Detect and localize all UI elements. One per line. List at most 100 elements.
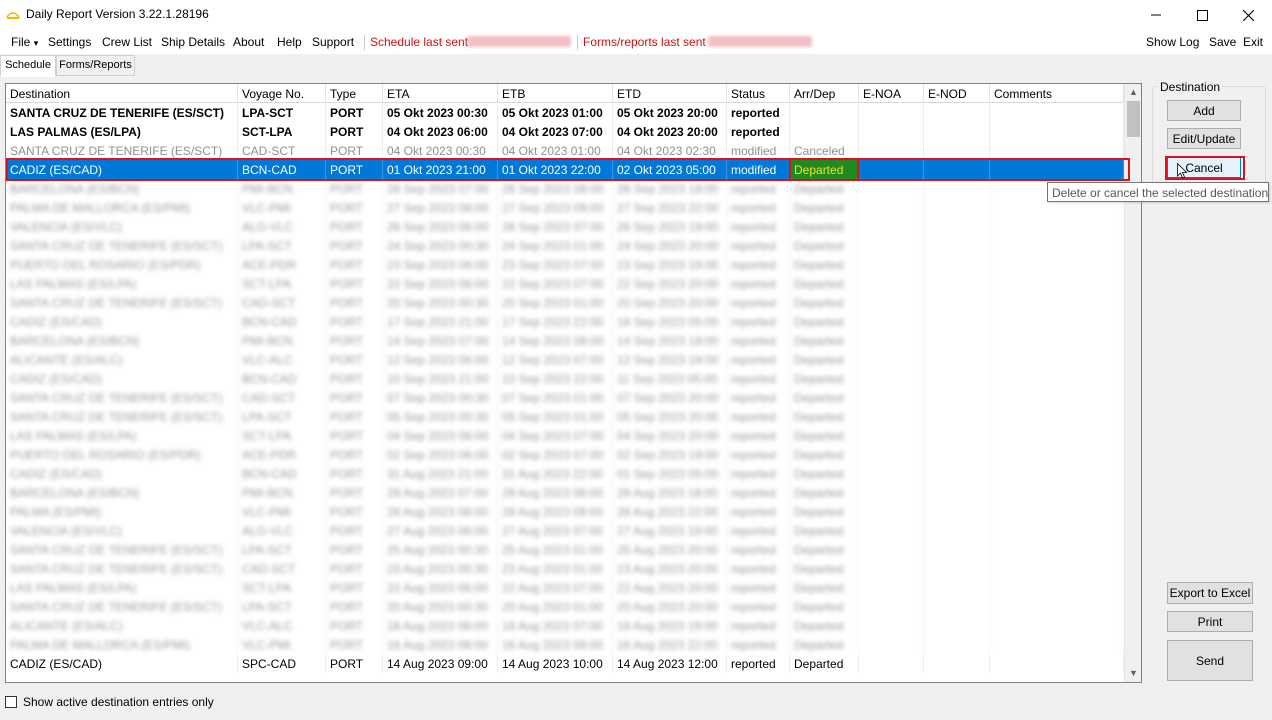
maximize-button[interactable] (1179, 0, 1225, 30)
tab-schedule[interactable]: Schedule (0, 55, 56, 77)
table-row[interactable]: PALMA (ES/PMI) VLC-PMI PORT 28 Aug 2023 08:… (6, 502, 1124, 521)
table-row[interactable]: BARCELONA (ES/BCN) PMI-BCN PORT 28 Sep 2023… (6, 179, 1124, 198)
cell-comments (990, 521, 1124, 540)
print-button[interactable]: Print (1167, 611, 1253, 632)
add-button[interactable]: Add (1167, 100, 1241, 121)
column-header-etd[interactable]: ETD (613, 84, 727, 103)
cell-e-nod (924, 160, 990, 179)
cell-etd: 18 Aug 2023 19:00 (613, 616, 727, 635)
column-header-destination[interactable]: Destination (6, 84, 238, 103)
menu-about[interactable]: About (233, 35, 264, 49)
cell-status: reported (727, 293, 790, 312)
menu-show-log[interactable]: Show Log (1146, 35, 1199, 49)
menu-file[interactable]: File ▾ (11, 35, 38, 49)
cell-e-nod (924, 236, 990, 255)
column-header-e-noa[interactable]: E-NOA (859, 84, 924, 103)
table-row[interactable]: LAS PALMAS (ES/LPA) SCT-LPA PORT 04 Okt 202… (6, 122, 1124, 141)
cell-type: PORT (326, 369, 383, 388)
cell-e-nod (924, 312, 990, 331)
table-row[interactable]: CADIZ (ES/CAD) SPC-CAD PORT 14 Aug 2023 09:… (6, 654, 1124, 673)
menu-help[interactable]: Help (277, 35, 302, 49)
edit-update-button[interactable]: Edit/Update (1167, 128, 1241, 149)
cell-type: PORT (326, 426, 383, 445)
cell-voyage-no: CAD-SCT (238, 141, 326, 160)
table-row[interactable]: CADIZ (ES/CAD) BCN-CAD PORT 31 Aug 2023 21:… (6, 464, 1124, 483)
column-header-voyage-no[interactable]: Voyage No. (238, 84, 326, 103)
cell-voyage-no: ALG-VLC (238, 521, 326, 540)
cell-status: reported (727, 331, 790, 350)
cell-arr-dep: Departed (790, 540, 859, 559)
show-active-checkbox[interactable] (5, 696, 17, 708)
menu-crew-list[interactable]: Crew List (102, 35, 152, 49)
column-header-status[interactable]: Status (727, 84, 790, 103)
send-button[interactable]: Send (1167, 640, 1253, 681)
tab-forms-reports[interactable]: Forms/Reports (56, 55, 135, 76)
table-row-selected[interactable]: CADIZ (ES/CAD) BCN-CAD PORT 01 Okt 2023 21:… (6, 160, 1124, 179)
cell-comments (990, 559, 1124, 578)
scroll-down-icon[interactable]: ▼ (1125, 665, 1141, 682)
vertical-scrollbar[interactable]: ▲ ▼ (1124, 84, 1141, 682)
show-active-label[interactable]: Show active destination entries only (23, 695, 214, 709)
column-header-e-nod[interactable]: E-NOD (924, 84, 990, 103)
cell-type: PORT (326, 445, 383, 464)
table-row[interactable]: SANTA CRUZ DE TENERIFE (ES/SCT) CAD-SCT PO… (6, 293, 1124, 312)
menu-settings[interactable]: Settings (48, 35, 91, 49)
cell-voyage-no: VLC-PMI (238, 635, 326, 654)
table-row[interactable]: LAS PALMAS (ES/LPA) SCT-LPA PORT 22 Sep 202… (6, 274, 1124, 293)
table-row[interactable]: PALMA DE MALLORCA (ES/PMI) VLC-PMI PORT 16 … (6, 635, 1124, 654)
table-row[interactable]: SANTA CRUZ DE TENERIFE (ES/SCT) CAD-SCT PO… (6, 559, 1124, 578)
cell-eta: 22 Aug 2023 06:00 (383, 578, 498, 597)
table-row[interactable]: LAS PALMAS (ES/LPA) SCT-LPA PORT 22 Aug 202… (6, 578, 1124, 597)
cell-destination: CADIZ (ES/CAD) (6, 369, 238, 388)
column-header-etb[interactable]: ETB (498, 84, 613, 103)
cell-voyage-no: BCN-CAD (238, 369, 326, 388)
table-row[interactable]: BARCELONA (ES/BCN) PMI-BCN PORT 29 Aug 2023… (6, 483, 1124, 502)
table-row[interactable]: LAS PALMAS (ES/LPA) SCT-LPA PORT 04 Sep 202… (6, 426, 1124, 445)
cell-type: PORT (326, 635, 383, 654)
table-row[interactable]: SANTA CRUZ DE TENERIFE (ES/SCT) LPA-SCT PO… (6, 407, 1124, 426)
table-row[interactable]: PALMA DE MALLORCA (ES/PMI) VLC-PMI PORT 27 … (6, 198, 1124, 217)
table-row[interactable]: SANTA CRUZ DE TENERIFE (ES/SCT) LPA-SCT PO… (6, 540, 1124, 559)
table-row[interactable]: PUERTO DEL ROSARIO (ES/PDR) ACE-PDR PORT 02… (6, 445, 1124, 464)
table-row[interactable]: ALICANTE (ES/ALC) VLC-ALC PORT 12 Sep 2023 … (6, 350, 1124, 369)
menu-exit[interactable]: Exit (1243, 35, 1263, 49)
table-row[interactable]: ALICANTE (ES/ALC) VLC-ALC PORT 18 Aug 2023 … (6, 616, 1124, 635)
schedule-grid[interactable]: Destination Voyage No. Type ETA ETB ETD Status… (5, 83, 1142, 683)
table-row[interactable]: SANTA CRUZ DE TENERIFE (ES/SCT) CAD-SCT PO… (6, 388, 1124, 407)
cell-e-nod (924, 255, 990, 274)
scroll-thumb[interactable] (1127, 101, 1140, 137)
table-row[interactable]: CADIZ (ES/CAD) BCN-CAD PORT 10 Sep 2023 21:… (6, 369, 1124, 388)
destination-group-label: Destination (1158, 80, 1223, 94)
column-header-comments[interactable]: Comments (990, 84, 1124, 103)
cell-comments (990, 331, 1124, 350)
menu-save[interactable]: Save (1209, 35, 1236, 49)
scroll-up-icon[interactable]: ▲ (1125, 84, 1141, 101)
table-row[interactable]: SANTA CRUZ DE TENERIFE (ES/SCT) CAD-SCT PO… (6, 141, 1124, 160)
table-row[interactable]: SANTA CRUZ DE TENERIFE (ES/SCT) LPA-SCT PO… (6, 236, 1124, 255)
grid-header: Destination Voyage No. Type ETA ETB ETD Status… (6, 84, 1124, 103)
table-row[interactable]: BARCELONA (ES/BCN) PMI-BCN PORT 14 Sep 2023… (6, 331, 1124, 350)
table-row[interactable]: VALENCIA (ES/VLC) ALG-VLC PORT 27 Aug 2023 … (6, 521, 1124, 540)
column-header-eta[interactable]: ETA (383, 84, 498, 103)
column-header-type[interactable]: Type (326, 84, 383, 103)
menu-support[interactable]: Support (312, 35, 354, 49)
cell-status: reported (727, 388, 790, 407)
table-row[interactable]: SANTA CRUZ DE TENERIFE (ES/SCT) LPA-SCT PO… (6, 103, 1124, 122)
menu-ship-details[interactable]: Ship Details (161, 35, 225, 49)
table-row[interactable]: PUERTO DEL ROSARIO (ES/PDR) ACE-PDR PORT 23… (6, 255, 1124, 274)
table-row[interactable]: VALENCIA (ES/VLC) ALG-VLC PORT 26 Sep 2023 … (6, 217, 1124, 236)
close-button[interactable] (1225, 0, 1271, 30)
cell-voyage-no: VLC-PMI (238, 198, 326, 217)
cell-status: reported (727, 407, 790, 426)
cell-status: modified (727, 141, 790, 160)
column-header-arr-dep[interactable]: Arr/Dep (790, 84, 859, 103)
table-row[interactable]: SANTA CRUZ DE TENERIFE (ES/SCT) LPA-SCT PO… (6, 597, 1124, 616)
cell-etb: 18 Aug 2023 07:00 (498, 616, 613, 635)
table-row[interactable]: CADIZ (ES/CAD) BCN-CAD PORT 17 Sep 2023 21:… (6, 312, 1124, 331)
cell-voyage-no: LPA-SCT (238, 597, 326, 616)
cell-destination: SANTA CRUZ DE TENERIFE (ES/SCT) (6, 388, 238, 407)
cell-arr-dep (790, 103, 859, 122)
cell-e-noa (859, 464, 924, 483)
minimize-button[interactable] (1133, 0, 1179, 30)
export-to-excel-button[interactable]: Export to Excel (1167, 582, 1253, 604)
